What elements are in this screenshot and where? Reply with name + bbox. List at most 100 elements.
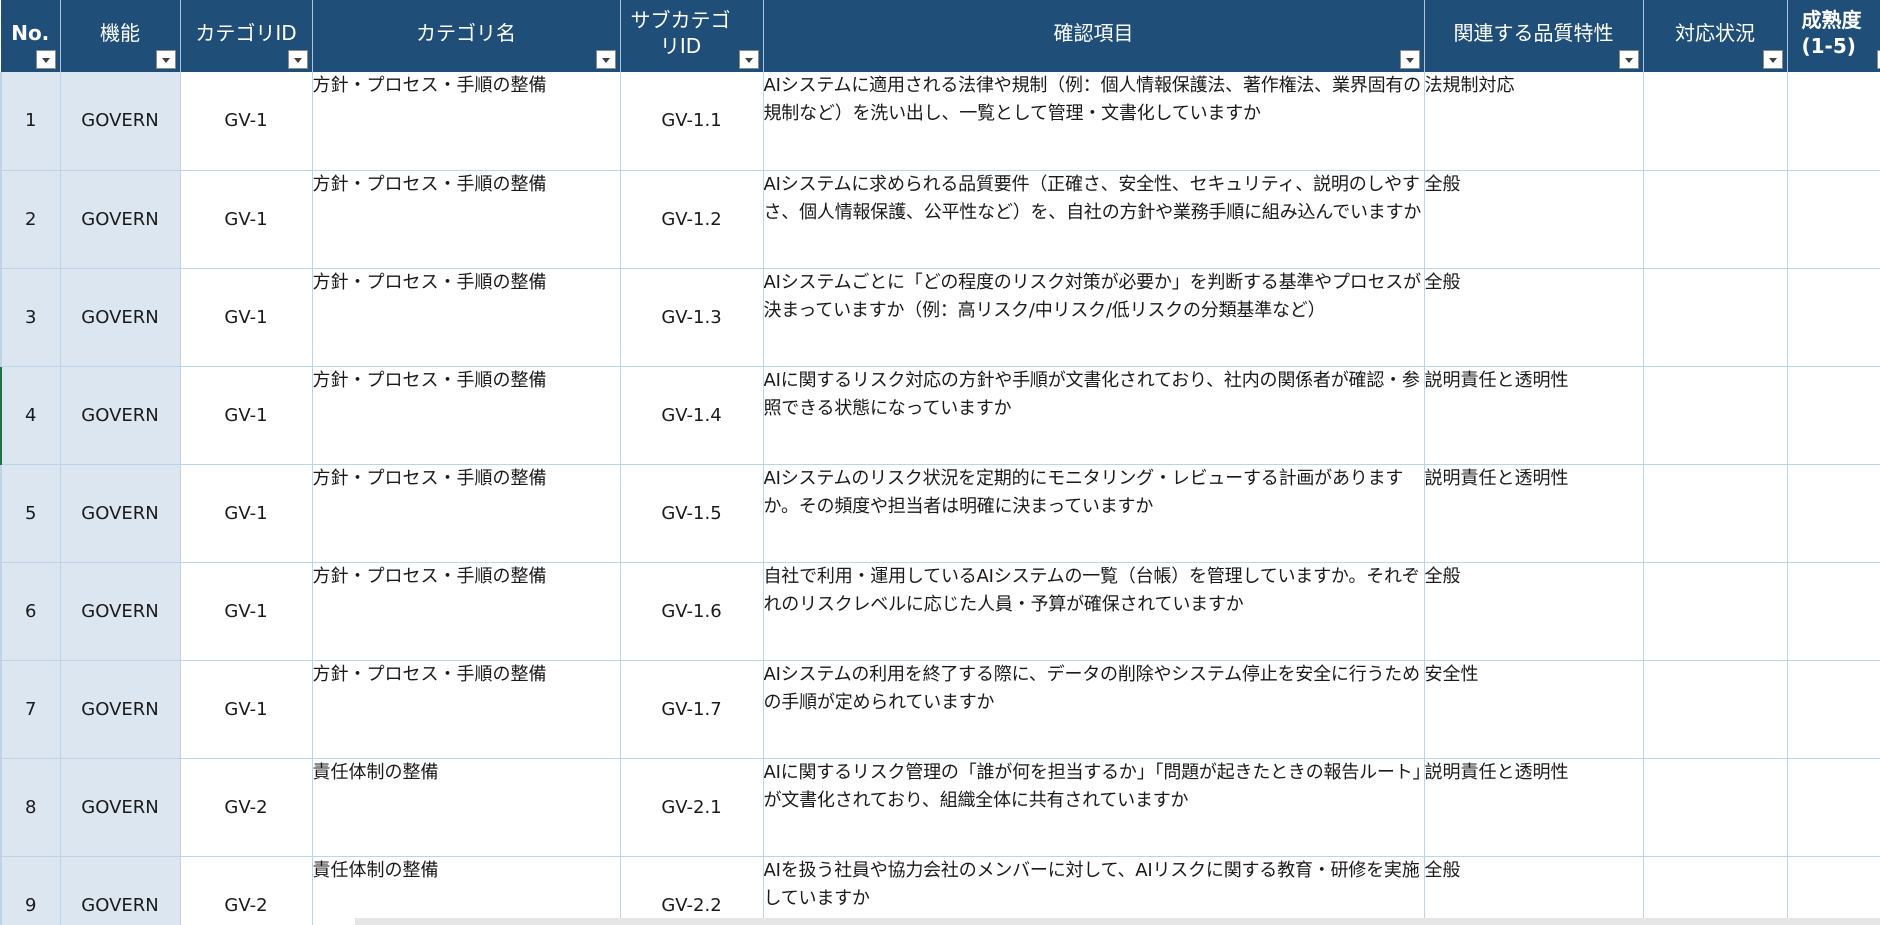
cell-category-id[interactable]: GV-2 xyxy=(180,758,313,857)
column-header-no: No. xyxy=(1,0,61,72)
column-label: No. xyxy=(11,21,50,45)
cell-category-name[interactable]: 方針・プロセス・手順の整備 xyxy=(312,464,621,563)
cell-maturity[interactable] xyxy=(1787,72,1880,171)
cell-status[interactable] xyxy=(1643,268,1788,367)
cell-status[interactable] xyxy=(1643,72,1788,171)
horizontal-scrollbar[interactable] xyxy=(355,918,1880,925)
cell-maturity[interactable] xyxy=(1787,366,1880,465)
cell-function[interactable]: GOVERN xyxy=(60,464,181,563)
cell-category-name[interactable]: 方針・プロセス・手順の整備 xyxy=(312,660,621,759)
cell-quality[interactable]: 説明責任と透明性 xyxy=(1424,464,1644,563)
cell-category-name[interactable]: 方針・プロセス・手順の整備 xyxy=(312,72,621,171)
cell-function[interactable]: GOVERN xyxy=(60,268,181,367)
table-row: 9 GOVERN GV-2 責任体制の整備 GV-2.2 AIを扱う社員や協力会… xyxy=(0,856,1880,925)
cell-subcategory-id[interactable]: GV-2.2 xyxy=(620,856,764,925)
cell-category-id[interactable]: GV-1 xyxy=(180,268,313,367)
cell-subcategory-id[interactable]: GV-1.6 xyxy=(620,562,764,661)
cell-no[interactable]: 7 xyxy=(0,660,61,759)
cell-no[interactable]: 9 xyxy=(0,856,61,925)
filter-dropdown-icon[interactable] xyxy=(35,50,56,69)
cell-function[interactable]: GOVERN xyxy=(60,72,181,171)
cell-function[interactable]: GOVERN xyxy=(60,366,181,465)
cell-category-name[interactable]: 方針・プロセス・手順の整備 xyxy=(312,268,621,367)
cell-quality[interactable]: 全般 xyxy=(1424,856,1644,925)
cell-check-item[interactable]: AIシステムの利用を終了する際に、データの削除やシステム停止を安全に行うための手… xyxy=(763,660,1425,759)
cell-check-item[interactable]: 自社で利用・運用しているAIシステムの一覧（台帳）を管理していますか。それぞれの… xyxy=(763,562,1425,661)
cell-check-item[interactable]: AIを扱う社員や協力会社のメンバーに対して、AIリスクに関する教育・研修を実施し… xyxy=(763,856,1425,925)
filter-dropdown-icon[interactable] xyxy=(595,50,616,69)
cell-category-id[interactable]: GV-1 xyxy=(180,170,313,269)
cell-category-name[interactable]: 方針・プロセス・手順の整備 xyxy=(312,366,621,465)
cell-subcategory-id[interactable]: GV-1.3 xyxy=(620,268,764,367)
cell-subcategory-id[interactable]: GV-2.1 xyxy=(620,758,764,857)
cell-category-id[interactable]: GV-1 xyxy=(180,366,313,465)
cell-quality[interactable]: 全般 xyxy=(1424,268,1644,367)
cell-category-id[interactable]: GV-1 xyxy=(180,464,313,563)
filter-dropdown-icon[interactable] xyxy=(155,50,176,69)
cell-no[interactable]: 5 xyxy=(0,464,61,563)
cell-subcategory-id[interactable]: GV-1.4 xyxy=(620,366,764,465)
filter-dropdown-icon[interactable] xyxy=(1618,50,1639,69)
cell-subcategory-id[interactable]: GV-1.2 xyxy=(620,170,764,269)
cell-check-item[interactable]: AIシステムに適用される法律や規制（例：個人情報保護法、著作権法、業界固有の規制… xyxy=(763,72,1425,171)
cell-maturity[interactable] xyxy=(1787,268,1880,367)
cell-check-item[interactable]: AIシステムに求められる品質要件（正確さ、安全性、セキュリティ、説明のしやすさ、… xyxy=(763,170,1425,269)
cell-check-item[interactable]: AIシステムごとに「どの程度のリスク対策が必要か」を判断する基準やプロセスが決ま… xyxy=(763,268,1425,367)
column-header-status: 対応状況 xyxy=(1643,0,1788,72)
column-header-function: 機能 xyxy=(60,0,181,72)
cell-category-name[interactable]: 責任体制の整備 xyxy=(312,856,621,925)
spreadsheet: No. 機能 カテゴリID カテゴリ名 サブカテゴリID 確認項目 関連する品質… xyxy=(0,0,1880,925)
cell-status[interactable] xyxy=(1643,464,1788,563)
cell-no[interactable]: 8 xyxy=(0,758,61,857)
cell-check-item[interactable]: AIに関するリスク対応の方針や手順が文書化されており、社内の関係者が確認・参照で… xyxy=(763,366,1425,465)
filter-dropdown-icon[interactable] xyxy=(1762,50,1783,69)
cell-category-id[interactable]: GV-2 xyxy=(180,856,313,925)
cell-check-item[interactable]: AIに関するリスク管理の「誰が何を担当するか」「問題が起きたときの報告ルート」が… xyxy=(763,758,1425,857)
cell-function[interactable]: GOVERN xyxy=(60,562,181,661)
cell-subcategory-id[interactable]: GV-1.7 xyxy=(620,660,764,759)
cell-maturity[interactable] xyxy=(1787,660,1880,759)
cell-category-name[interactable]: 方針・プロセス・手順の整備 xyxy=(312,562,621,661)
column-label: 対応状況 xyxy=(1675,21,1755,45)
cell-quality[interactable]: 安全性 xyxy=(1424,660,1644,759)
cell-quality[interactable]: 法規制対応 xyxy=(1424,72,1644,171)
cell-status[interactable] xyxy=(1643,562,1788,661)
cell-quality[interactable]: 説明責任と透明性 xyxy=(1424,366,1644,465)
cell-no[interactable]: 4 xyxy=(0,366,61,465)
cell-quality[interactable]: 全般 xyxy=(1424,562,1644,661)
cell-status[interactable] xyxy=(1643,170,1788,269)
cell-maturity[interactable] xyxy=(1787,758,1880,857)
table-row: 5 GOVERN GV-1 方針・プロセス・手順の整備 GV-1.5 AIシステ… xyxy=(0,464,1880,563)
cell-quality[interactable]: 説明責任と透明性 xyxy=(1424,758,1644,857)
cell-function[interactable]: GOVERN xyxy=(60,856,181,925)
cell-category-id[interactable]: GV-1 xyxy=(180,562,313,661)
cell-function[interactable]: GOVERN xyxy=(60,170,181,269)
cell-no[interactable]: 3 xyxy=(0,268,61,367)
cell-function[interactable]: GOVERN xyxy=(60,660,181,759)
cell-subcategory-id[interactable]: GV-1.1 xyxy=(620,72,764,171)
cell-status[interactable] xyxy=(1643,758,1788,857)
cell-function[interactable]: GOVERN xyxy=(60,758,181,857)
cell-maturity[interactable] xyxy=(1787,464,1880,563)
cell-quality[interactable]: 全般 xyxy=(1424,170,1644,269)
cell-no[interactable]: 1 xyxy=(0,72,61,171)
cell-check-item[interactable]: AIシステムのリスク状況を定期的にモニタリング・レビューする計画がありますか。そ… xyxy=(763,464,1425,563)
filter-dropdown-icon[interactable] xyxy=(1876,50,1880,69)
cell-no[interactable]: 2 xyxy=(0,170,61,269)
cell-status[interactable] xyxy=(1643,660,1788,759)
filter-dropdown-icon[interactable] xyxy=(1399,50,1420,69)
cell-status[interactable] xyxy=(1643,856,1788,925)
filter-dropdown-icon[interactable] xyxy=(287,50,308,69)
cell-category-id[interactable]: GV-1 xyxy=(180,660,313,759)
column-label: カテゴリ名 xyxy=(416,21,516,45)
cell-category-id[interactable]: GV-1 xyxy=(180,72,313,171)
cell-status[interactable] xyxy=(1643,366,1788,465)
cell-no[interactable]: 6 xyxy=(0,562,61,661)
cell-maturity[interactable] xyxy=(1787,170,1880,269)
filter-dropdown-icon[interactable] xyxy=(738,50,759,69)
cell-maturity[interactable] xyxy=(1787,562,1880,661)
cell-category-name[interactable]: 責任体制の整備 xyxy=(312,758,621,857)
cell-subcategory-id[interactable]: GV-1.5 xyxy=(620,464,764,563)
cell-maturity[interactable] xyxy=(1787,856,1880,925)
cell-category-name[interactable]: 方針・プロセス・手順の整備 xyxy=(312,170,621,269)
